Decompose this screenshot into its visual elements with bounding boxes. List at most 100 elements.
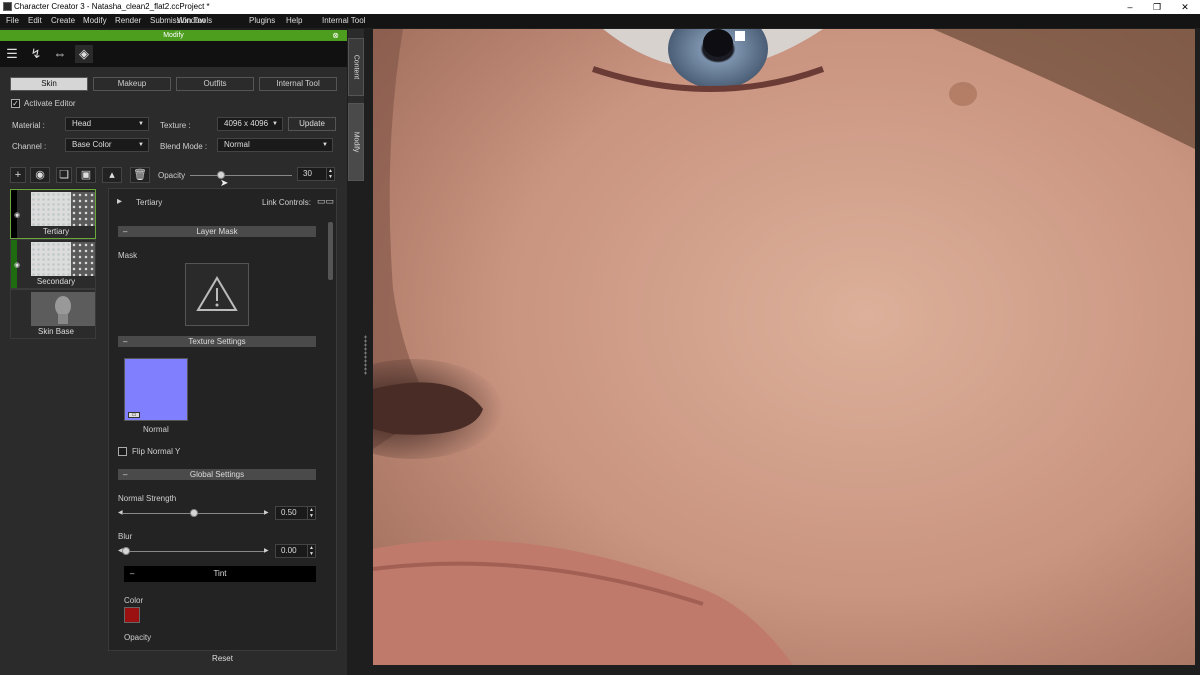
blur-track[interactable] xyxy=(122,551,266,552)
pose-icon[interactable]: ↯ xyxy=(27,45,45,63)
normal-map-slot[interactable]: ▭ xyxy=(124,358,188,421)
layer-mask-header[interactable]: – Layer Mask xyxy=(118,226,316,237)
channel-label: Channel : xyxy=(12,142,47,151)
spin-arrows-icon[interactable]: ▲ ▼ xyxy=(307,545,315,557)
global-settings-header[interactable]: – Global Settings xyxy=(118,469,316,480)
normal-strength-knob[interactable] xyxy=(190,509,198,517)
reset-button[interactable]: Reset xyxy=(108,650,337,665)
title-bar: Character Creator 3 - Natasha_clean2_fla… xyxy=(0,0,1200,14)
global-settings-title: Global Settings xyxy=(189,470,245,479)
3d-viewport[interactable] xyxy=(373,29,1195,665)
copy-layer-icon[interactable]: ❏ xyxy=(56,167,72,183)
tab-makeup[interactable]: Makeup xyxy=(93,77,171,91)
minimize-icon[interactable]: – xyxy=(1115,0,1145,14)
add-layer-icon[interactable]: + xyxy=(10,167,26,183)
slider-right-arrow-icon[interactable]: ▶ xyxy=(264,547,269,554)
layer-name-label: Tertiary xyxy=(136,198,163,207)
menu-plugins[interactable]: Help xyxy=(286,16,302,25)
side-tab-modify-label: Modify xyxy=(352,131,360,153)
collapse-icon[interactable]: – xyxy=(123,469,127,480)
eye-icon[interactable]: ◉ xyxy=(14,211,20,219)
normal-strength-input[interactable]: 0.50 ▲ ▼ xyxy=(275,506,316,520)
close-icon[interactable]: ✕ xyxy=(1170,0,1200,14)
chevron-down-icon: ▼ xyxy=(322,142,328,148)
spin-arrows-icon[interactable]: ▲ ▼ xyxy=(307,507,315,519)
menu-edit[interactable]: Edit xyxy=(28,16,42,25)
link-controls-label: Link Controls: xyxy=(262,198,311,207)
maximize-icon[interactable]: ❐ xyxy=(1142,0,1172,14)
menu-modify[interactable]: Modify xyxy=(83,16,107,25)
tint-color-swatch[interactable] xyxy=(124,607,140,623)
menu-render[interactable]: Render xyxy=(115,16,141,25)
opacity-label: Opacity xyxy=(158,171,186,180)
chevron-down-icon: ▼ xyxy=(272,121,278,127)
slider-right-arrow-icon[interactable]: ▶ xyxy=(264,509,269,516)
merge-layer-icon[interactable]: ▴ xyxy=(102,167,122,183)
layer-name: Tertiary xyxy=(42,227,70,236)
update-button[interactable]: Update xyxy=(288,117,336,131)
collapse-icon[interactable]: – xyxy=(123,336,127,347)
menu-window[interactable]: Plugins xyxy=(249,16,275,25)
layer-icon: ▸ xyxy=(117,196,123,207)
menu-create[interactable]: Create xyxy=(51,16,75,25)
normal-strength-value: 0.50 xyxy=(281,508,297,517)
menu-file[interactable]: File xyxy=(6,16,19,25)
collapse-icon[interactable]: – xyxy=(123,226,127,237)
splitter-handle[interactable] xyxy=(364,335,367,375)
flip-normal-y-checkbox[interactable] xyxy=(118,447,127,456)
tint-opacity-label: Opacity xyxy=(124,633,152,642)
activate-editor-checkbox[interactable]: ✓ xyxy=(11,99,20,108)
normal-strength-label: Normal Strength xyxy=(118,494,177,503)
flip-normal-y-label: Flip Normal Y xyxy=(132,447,181,456)
mask-label: Mask xyxy=(118,251,138,260)
color-label: Color xyxy=(124,596,144,605)
delete-layer-icon[interactable]: 🗑 xyxy=(130,167,150,183)
mask-icon[interactable]: ▣ xyxy=(76,167,96,183)
tint-header[interactable]: – Tint xyxy=(124,566,316,582)
eye-icon[interactable]: ◉ xyxy=(14,261,20,269)
menu-help[interactable]: Internal Tool xyxy=(322,16,365,25)
layer-item-secondary[interactable]: ◉ Secondary xyxy=(10,239,96,289)
layer-item-skin-base[interactable]: Skin Base xyxy=(10,289,96,339)
tint-title: Tint xyxy=(213,569,227,578)
checker-icon[interactable] xyxy=(99,45,117,63)
opacity-input[interactable]: 30 ▲ ▼ xyxy=(297,167,335,181)
link-icon[interactable]: ▭▭ xyxy=(317,196,334,207)
window-title: Character Creator 3 - Natasha_clean2_fla… xyxy=(14,2,210,11)
tab-skin[interactable]: Skin xyxy=(10,77,88,91)
sliders-icon[interactable]: ☰ xyxy=(3,45,21,63)
panel-close-icon[interactable]: ⊗ xyxy=(332,30,339,41)
head-icon xyxy=(55,296,71,324)
opacity-value: 30 xyxy=(303,169,312,178)
skin-editor-icon[interactable]: ◈ xyxy=(75,45,93,63)
tab-outfits[interactable]: Outfits xyxy=(176,77,254,91)
blur-input[interactable]: 0.00 ▲ ▼ xyxy=(275,544,316,558)
texture-select[interactable]: 4096 x 4096 ▼ xyxy=(217,117,283,131)
eye-icon[interactable]: ◉ xyxy=(30,167,50,183)
link-icon[interactable]: ▭ xyxy=(128,412,140,418)
material-label: Material : xyxy=(12,121,45,130)
blend-mode-value: Normal xyxy=(224,140,250,149)
side-tab-content[interactable]: Content xyxy=(348,38,364,96)
layer-item-tertiary[interactable]: ◉ Tertiary xyxy=(10,189,96,239)
texture-value: 4096 x 4096 xyxy=(224,119,269,128)
channel-value: Base Color xyxy=(72,140,112,149)
viewport-render xyxy=(373,29,1195,665)
texture-label: Texture : xyxy=(160,121,191,130)
side-tab-modify[interactable]: Modify xyxy=(348,103,364,181)
material-select[interactable]: Head ▼ xyxy=(65,117,149,131)
app-icon xyxy=(3,2,12,11)
blend-mode-select[interactable]: Normal ▼ xyxy=(217,138,333,152)
warning-icon xyxy=(196,276,238,311)
texture-settings-header[interactable]: – Texture Settings xyxy=(118,336,316,347)
mask-slot[interactable] xyxy=(185,263,249,326)
properties-scrollbar[interactable] xyxy=(328,222,333,280)
menu-submission-tools[interactable]: Window xyxy=(177,16,205,25)
tab-internal-tool[interactable]: Internal Tool xyxy=(259,77,337,91)
opacity-slider-track[interactable] xyxy=(190,175,292,176)
spin-arrows-icon[interactable]: ▲ ▼ xyxy=(326,168,334,180)
scale-icon[interactable]: ⇔ xyxy=(51,45,69,63)
channel-select[interactable]: Base Color ▼ xyxy=(65,138,149,152)
collapse-icon[interactable]: – xyxy=(130,566,134,582)
blur-knob[interactable] xyxy=(122,547,130,555)
